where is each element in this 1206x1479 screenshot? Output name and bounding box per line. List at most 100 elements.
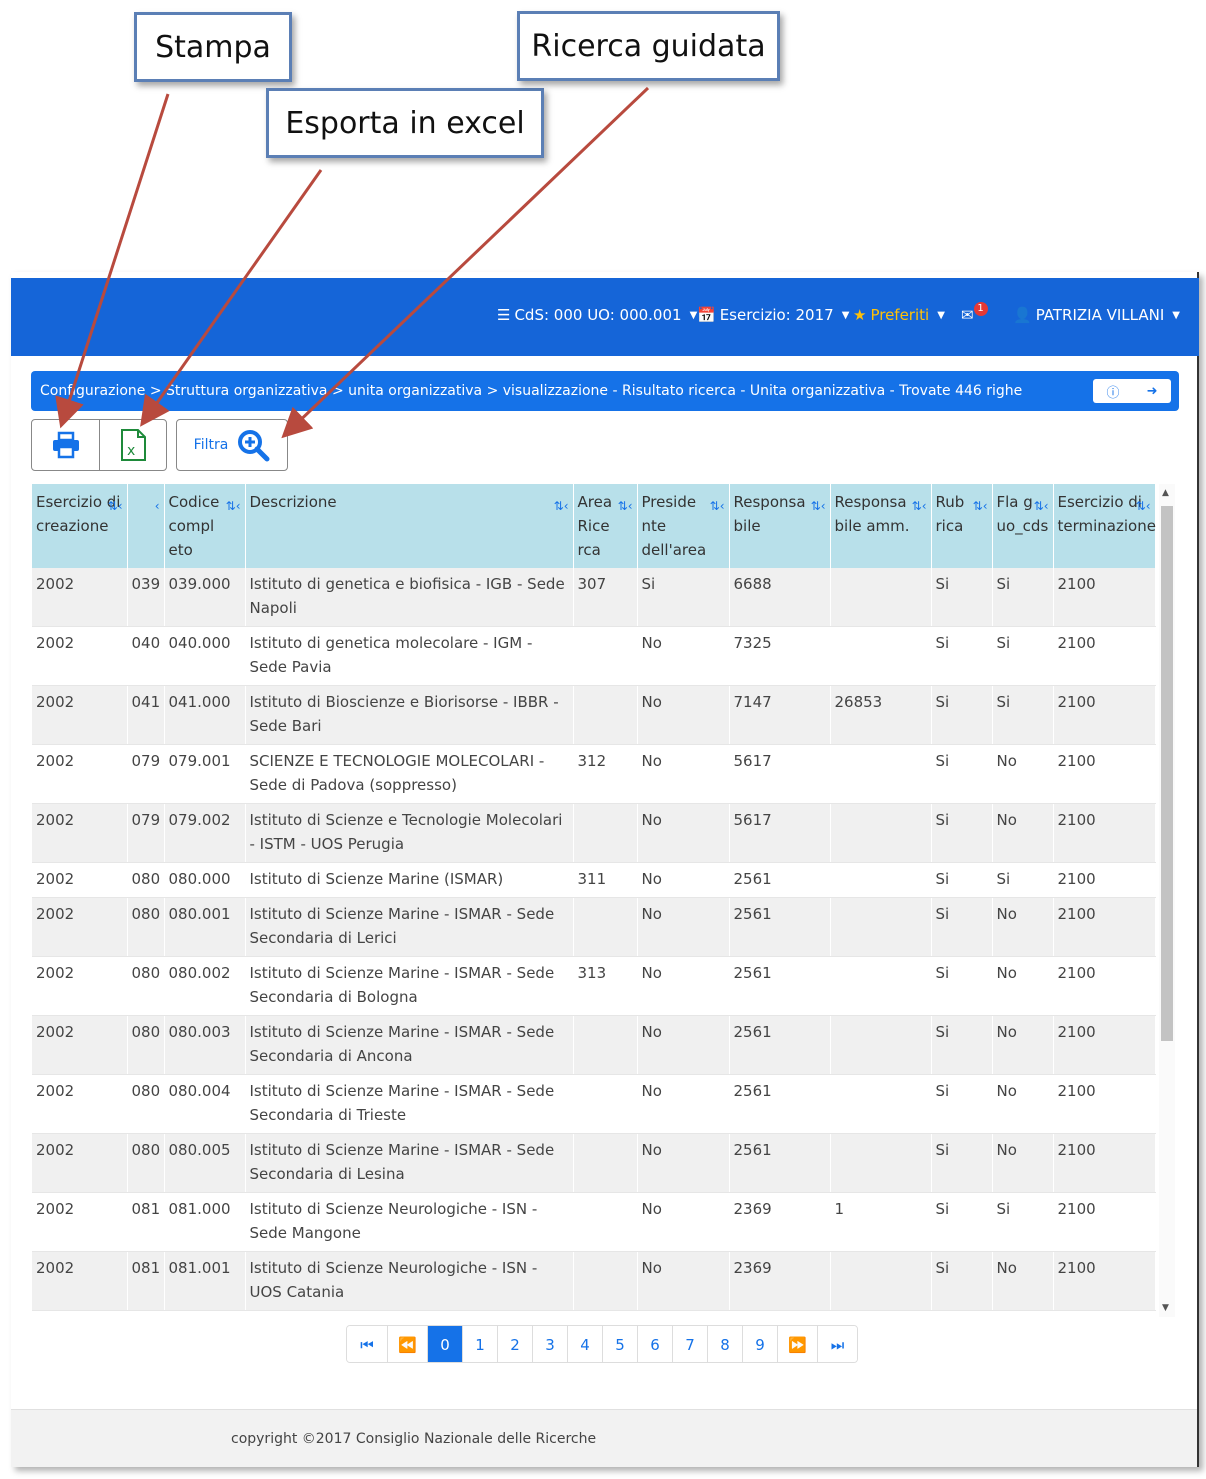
first-page-button[interactable]: ⏮ — [347, 1326, 387, 1362]
column-header[interactable]: Descrizione ⇅‹ — [245, 484, 574, 568]
table-row[interactable]: 2002 079 079.002 Istituto di Scienze e Tecn… — [32, 803, 1156, 863]
table-row[interactable]: 2002 080 080.003 Istituto di Scienze Marine… — [32, 1015, 1156, 1075]
scrollbar-thumb[interactable] — [1161, 506, 1173, 1041]
table-cell: 2100 — [1053, 956, 1156, 1016]
mail-icon: ✉ — [961, 306, 974, 324]
cds-dropdown[interactable]: ☰ CdS: 000 UO: 000.001 ▼ — [497, 306, 697, 324]
column-header[interactable]: Esercizio di creazione ⇅‹ — [32, 484, 128, 568]
filtra-label: Filtra — [193, 437, 229, 453]
exit-icon[interactable]: ➜ — [1147, 384, 1158, 399]
table-row[interactable]: 2002 039 039.000 Istituto di genetica e bio… — [32, 568, 1156, 627]
column-header[interactable]: Area Rice rca ⇅‹ — [573, 484, 638, 568]
sort-icon[interactable]: ⇅‹ — [618, 494, 633, 518]
column-header[interactable]: Codice compl eto ⇅‹ — [164, 484, 246, 568]
column-header[interactable]: Responsa bile amm. ⇅‹ — [830, 484, 932, 568]
scroll-up-icon[interactable]: ▲ — [1162, 488, 1169, 498]
sort-icon[interactable]: ⇅‹ — [1136, 494, 1151, 518]
page-button[interactable]: 9 — [742, 1326, 777, 1362]
table-cell: No — [637, 1015, 730, 1075]
column-header-label: Responsa bile — [733, 493, 806, 535]
sort-icon[interactable]: ⇅‹ — [1034, 494, 1049, 518]
table-row[interactable]: 2002 040 040.000 Istituto di genetica molec… — [32, 626, 1156, 686]
esercizio-dropdown[interactable]: 📅 Esercizio: 2017 ▼ — [697, 306, 849, 324]
table-row[interactable]: 2002081081.002Istituto di Scienze Neurol… — [32, 1310, 1156, 1317]
previous-page-button[interactable]: ⏪ — [387, 1326, 427, 1362]
preferiti-dropdown[interactable]: ★ Preferiti ▼ — [853, 306, 945, 324]
results-table: Esercizio di creazione ⇅‹ ‹ Codice compl et… — [32, 484, 1156, 1317]
user-dropdown[interactable]: 👤 PATRIZIA VILLANI ▼ — [1013, 306, 1180, 324]
table-header-row: Esercizio di creazione ⇅‹ ‹ Codice compl et… — [32, 484, 1156, 568]
table-cell: 311 — [573, 862, 638, 898]
sort-icon[interactable]: ⇅‹ — [912, 494, 927, 518]
export-excel-button[interactable]: x — [99, 420, 166, 470]
column-header[interactable]: ‹ — [127, 484, 165, 568]
sort-icon[interactable]: ‹ — [155, 494, 160, 518]
table-cell: 080.004 — [164, 1074, 246, 1134]
page-button[interactable]: 1 — [462, 1326, 497, 1362]
mail-button[interactable]: ✉ 1 — [961, 302, 992, 324]
table-cell: No — [637, 862, 730, 898]
table-cell: No — [992, 1015, 1054, 1075]
table-cell: 079.001 — [164, 744, 246, 804]
page-button[interactable]: 0 — [427, 1326, 462, 1362]
table-row[interactable]: 2002 080 080.004 Istituto di Scienze Marine… — [32, 1074, 1156, 1134]
table-cell: 080.002 — [164, 956, 246, 1016]
table-cell: 2002 — [32, 1133, 128, 1193]
table-cell: Si — [931, 685, 993, 745]
table-row[interactable]: 2002 081 081.001 Istituto di Scienze Neurol… — [32, 1251, 1156, 1311]
table-cell: 079.002 — [164, 803, 246, 863]
breadcrumb: Configurazione > Struttura organizzativa… — [31, 371, 1179, 411]
sort-icon[interactable]: ⇅‹ — [226, 494, 241, 518]
column-header[interactable]: Preside nte dell'area ⇅‹ — [637, 484, 730, 568]
table-row[interactable]: 2002 080 080.000 Istituto di Scienze Marine… — [32, 862, 1156, 898]
table-row[interactable]: 2002 080 080.001 Istituto di Scienze Marine… — [32, 897, 1156, 957]
page-button[interactable]: 8 — [707, 1326, 742, 1362]
table-cell: 2561 — [729, 1074, 831, 1134]
sort-icon[interactable]: ⇅‹ — [108, 494, 123, 518]
column-header[interactable]: Rub rica ⇅‹ — [931, 484, 993, 568]
table-cell: 7325 — [729, 626, 831, 686]
table-row[interactable]: 2002 080 080.005 Istituto di Scienze Marine… — [32, 1133, 1156, 1193]
table-cell: 6688 — [729, 568, 831, 627]
column-header[interactable]: Esercizio di terminazione ⇅‹ — [1053, 484, 1156, 568]
page-button[interactable]: 3 — [532, 1326, 567, 1362]
print-button[interactable] — [32, 420, 99, 470]
page-button[interactable]: 6 — [637, 1326, 672, 1362]
table-cell: SCIENZE E TECNOLOGIE MOLECOLARI - Sede d… — [245, 744, 574, 804]
table-cell: No — [637, 685, 730, 745]
table-cell: Si — [992, 862, 1054, 898]
page-button[interactable]: 2 — [497, 1326, 532, 1362]
star-icon: ★ — [853, 306, 867, 324]
column-header[interactable]: Responsa bile ⇅‹ — [729, 484, 831, 568]
table-row[interactable]: 2002 079 079.001 SCIENZE E TECNOLOGIE MOLEC… — [32, 744, 1156, 804]
table-cell: 2100 — [1053, 1310, 1156, 1317]
mail-badge: 1 — [973, 302, 988, 316]
page-button[interactable]: 7 — [672, 1326, 707, 1362]
info-icon[interactable]: ⓘ — [1107, 382, 1120, 401]
scroll-down-icon[interactable]: ▼ — [1162, 1303, 1169, 1313]
page-button[interactable]: 4 — [567, 1326, 602, 1362]
table-cell: 081 — [127, 1310, 165, 1317]
next-page-button[interactable]: ⏩ — [777, 1326, 817, 1362]
column-header[interactable]: Fla g uo_cds ⇅‹ — [992, 484, 1054, 568]
sort-icon[interactable]: ⇅‹ — [973, 494, 988, 518]
table-cell: 2561 — [729, 1015, 831, 1075]
table-cell: 080 — [127, 897, 165, 957]
last-page-button[interactable]: ⏭ — [817, 1326, 857, 1362]
table-scrollbar[interactable]: ▲ ▼ — [1156, 484, 1178, 1317]
table-row[interactable]: 2002 081 081.000 Istituto di Scienze Neurol… — [32, 1192, 1156, 1252]
sort-icon[interactable]: ⇅‹ — [710, 494, 725, 518]
table-cell: 081.000 — [164, 1192, 246, 1252]
table-cell: Istituto di Scienze Marine - ISMAR - Sed… — [245, 897, 574, 957]
table-cell: 7147 — [729, 685, 831, 745]
filtra-button[interactable]: Filtra — [176, 419, 288, 471]
sort-icon[interactable]: ⇅‹ — [811, 494, 826, 518]
printer-icon — [52, 431, 79, 459]
sort-icon[interactable]: ⇅‹ — [554, 494, 569, 518]
page-button[interactable]: 5 — [602, 1326, 637, 1362]
table-row[interactable]: 2002 041 041.000 Istituto di Bioscienze e B… — [32, 685, 1156, 745]
table-cell — [573, 1251, 638, 1311]
table-row[interactable]: 2002 080 080.002 Istituto di Scienze Marine… — [32, 956, 1156, 1016]
table-cell: 2002 — [32, 568, 128, 627]
table-cell: 080 — [127, 862, 165, 898]
